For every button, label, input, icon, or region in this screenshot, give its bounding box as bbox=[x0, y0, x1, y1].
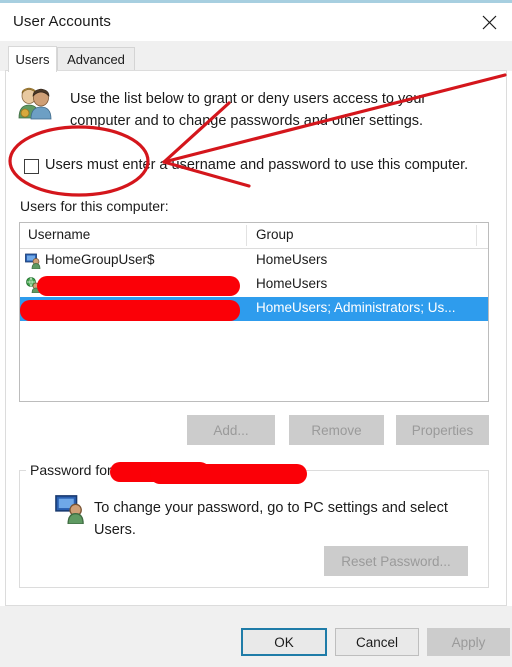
ok-button-label: OK bbox=[274, 634, 294, 650]
redaction-bar bbox=[150, 464, 307, 484]
user-monitor-icon bbox=[25, 253, 41, 269]
properties-button[interactable]: Properties bbox=[396, 415, 489, 445]
user-accounts-dialog: User Accounts Users Advanced Use the lis… bbox=[0, 0, 512, 667]
tab-advanced[interactable]: Advanced bbox=[57, 47, 135, 71]
users-group-icon bbox=[18, 87, 52, 120]
window-title: User Accounts bbox=[13, 13, 112, 30]
table-row[interactable]: HomeGroupUser$ HomeUsers bbox=[20, 249, 488, 273]
require-password-label: Users must enter a username and password… bbox=[45, 157, 469, 173]
redaction-bar bbox=[37, 276, 240, 296]
tab-advanced-label: Advanced bbox=[67, 52, 125, 67]
users-list-label: Users for this computer: bbox=[20, 198, 169, 214]
header-divider-1 bbox=[246, 225, 247, 246]
reset-password-button[interactable]: Reset Password... bbox=[324, 546, 468, 576]
intro-text: Use the list below to grant or deny user… bbox=[70, 91, 427, 129]
tab-strip: Users Advanced bbox=[0, 41, 512, 72]
row-group: HomeUsers; Administrators; Us... bbox=[256, 300, 456, 315]
cancel-button-label: Cancel bbox=[355, 634, 399, 650]
apply-button[interactable]: Apply bbox=[427, 628, 510, 656]
close-icon[interactable] bbox=[466, 3, 512, 41]
column-header-username[interactable]: Username bbox=[28, 227, 90, 242]
column-header-group[interactable]: Group bbox=[256, 227, 294, 242]
reset-password-button-label: Reset Password... bbox=[341, 553, 451, 569]
tab-users-label: Users bbox=[15, 52, 50, 67]
remove-button[interactable]: Remove bbox=[289, 415, 384, 445]
cancel-button[interactable]: Cancel bbox=[335, 628, 419, 656]
tab-users[interactable]: Users bbox=[8, 46, 57, 72]
row-group: HomeUsers bbox=[256, 252, 328, 267]
row-username: HomeGroupUser$ bbox=[45, 252, 155, 267]
users-list-header: Username Group bbox=[20, 223, 488, 249]
ok-button[interactable]: OK bbox=[241, 628, 327, 656]
add-button[interactable]: Add... bbox=[187, 415, 275, 445]
password-group-legend: Password for bbox=[26, 462, 116, 478]
user-monitor-icon bbox=[55, 495, 84, 524]
header-divider-2 bbox=[476, 225, 477, 246]
close-glyph bbox=[482, 15, 496, 29]
remove-button-label: Remove bbox=[311, 422, 362, 438]
redaction-bar bbox=[20, 300, 240, 321]
row-group: HomeUsers bbox=[256, 276, 328, 291]
password-help-text: To change your password, go to PC settin… bbox=[94, 500, 448, 538]
title-bar: User Accounts bbox=[0, 3, 512, 41]
add-button-label: Add... bbox=[213, 422, 249, 438]
properties-button-label: Properties bbox=[411, 422, 474, 438]
apply-button-label: Apply bbox=[451, 634, 486, 650]
require-password-checkbox[interactable] bbox=[24, 159, 39, 174]
